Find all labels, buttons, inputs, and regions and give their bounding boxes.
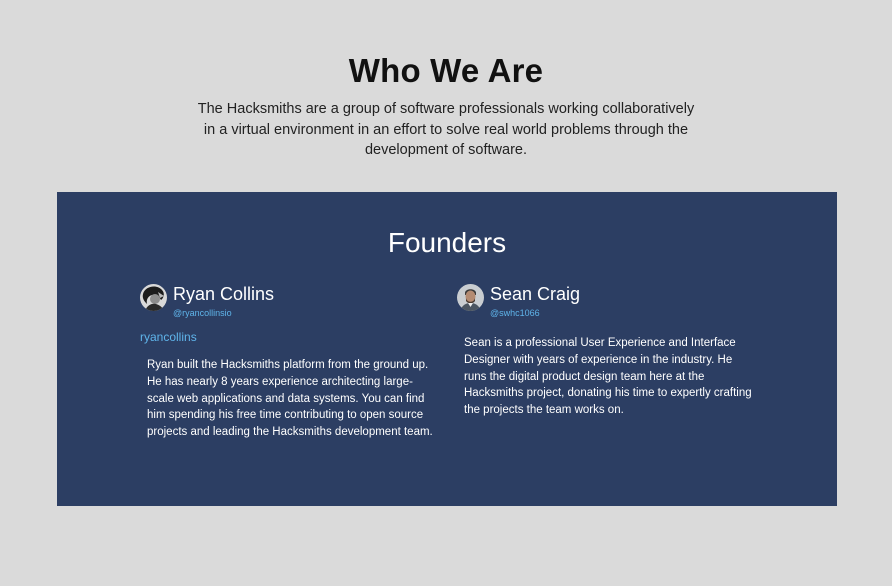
founder-card-ryan: Ryan Collins @ryancollinsio ryancollins … bbox=[140, 283, 440, 441]
founder-card-sean: Sean Craig @swhc1066 Sean is a professio… bbox=[457, 283, 757, 419]
founder-name: Ryan Collins bbox=[173, 284, 275, 304]
founder-bio: Sean is a professional User Experience a… bbox=[464, 337, 752, 417]
founders-title: Founders bbox=[387, 227, 507, 258]
who-we-are-title: Who We Are bbox=[348, 52, 544, 89]
founder-name: Sean Craig bbox=[490, 284, 581, 304]
founder-header: Ryan Collins @ryancollinsio bbox=[140, 283, 440, 319]
page: Who We Are The Hacksmiths are a group of… bbox=[0, 0, 892, 586]
founder-twitter-handle[interactable]: @swhc1066 bbox=[490, 307, 580, 319]
founder-twitter-handle[interactable]: @ryancollinsio bbox=[173, 307, 274, 319]
who-we-are-description: The Hacksmiths are a group of software p… bbox=[197, 101, 695, 158]
founder-header: Sean Craig @swhc1066 bbox=[457, 283, 757, 319]
founder-github-link[interactable]: ryancollins bbox=[140, 329, 440, 345]
avatar bbox=[457, 284, 484, 311]
avatar bbox=[140, 284, 167, 311]
name-block: Ryan Collins @ryancollinsio bbox=[173, 283, 274, 319]
name-block: Sean Craig @swhc1066 bbox=[490, 283, 580, 319]
founder-bio: Ryan built the Hacksmiths platform from … bbox=[147, 359, 433, 439]
founders-section: Founders Ryan Collins @ryancollinsio rya… bbox=[57, 192, 837, 506]
